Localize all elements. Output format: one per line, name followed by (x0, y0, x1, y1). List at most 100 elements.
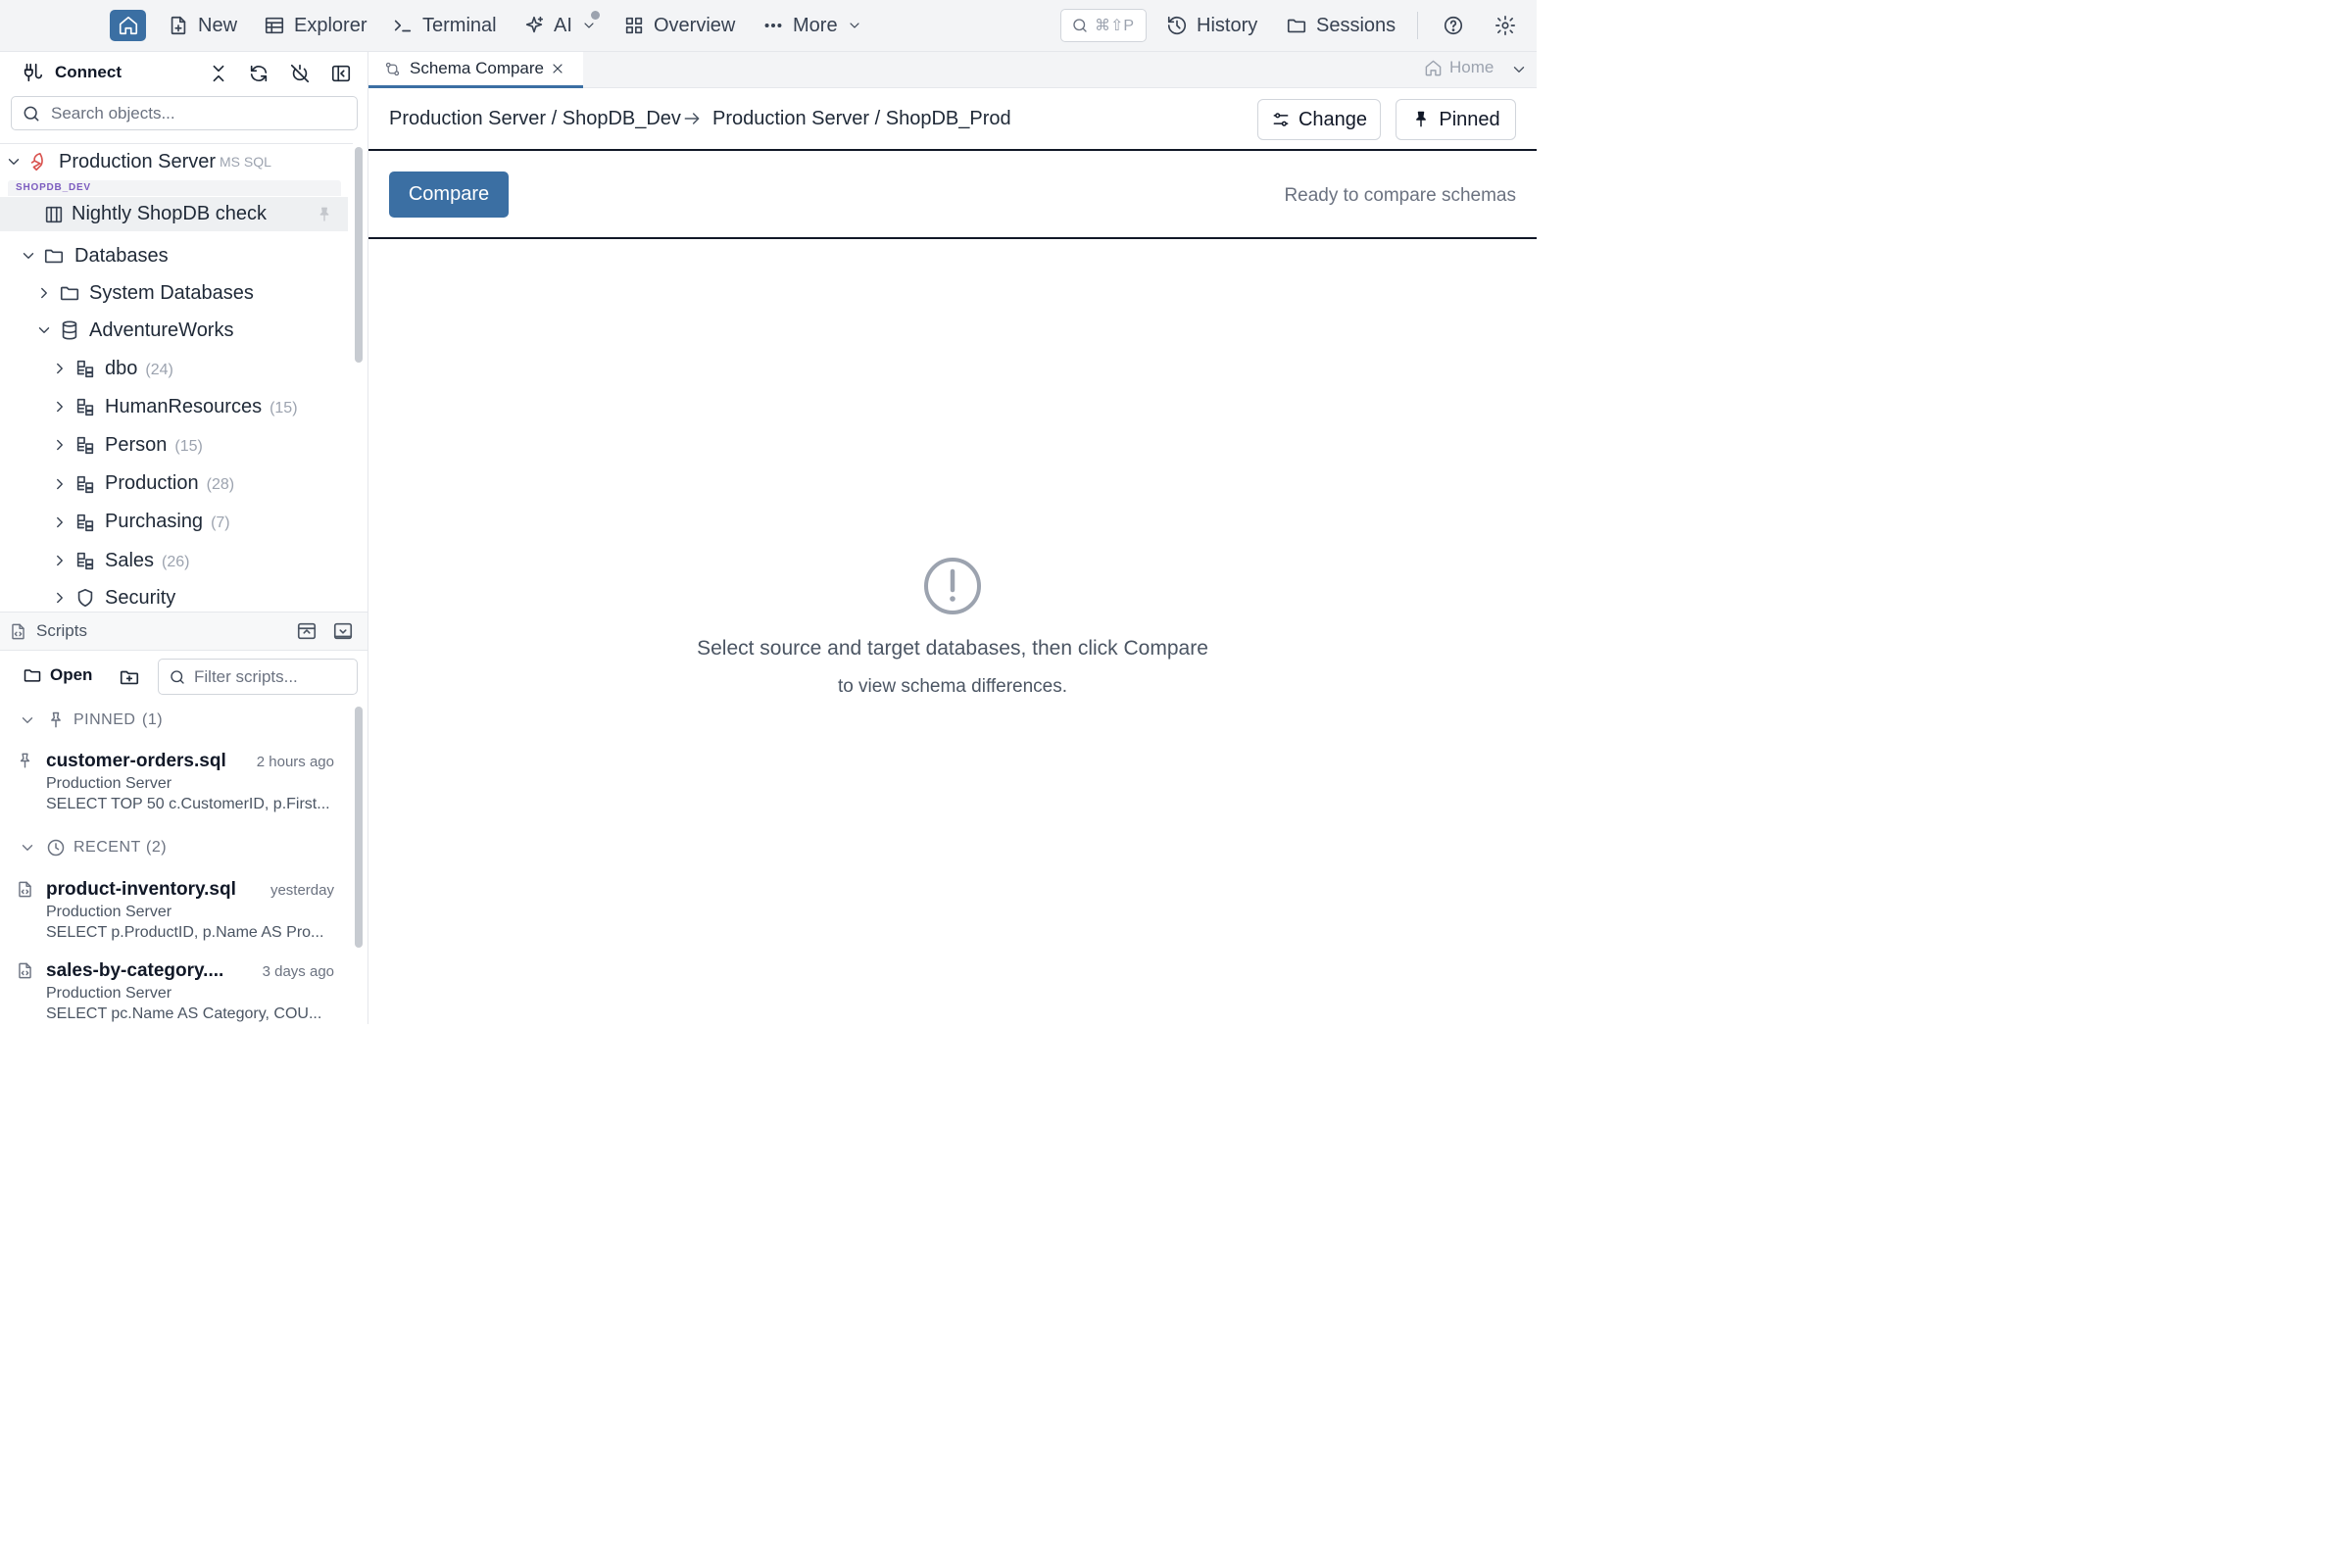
script-time: yesterday (270, 882, 334, 899)
sliders-icon (1273, 113, 1289, 126)
pinned-label: Pinned (1439, 108, 1500, 130)
command-search[interactable]: ⌘⇧P (1060, 9, 1147, 42)
expand-section-icon[interactable] (332, 620, 354, 642)
schema-name: Sales (105, 549, 155, 571)
history-button[interactable]: History (1166, 10, 1257, 41)
top-toolbar: New Explorer Terminal AI Overview More ⌘… (0, 0, 1537, 52)
pin-icon (1416, 111, 1427, 127)
chevron-right-icon (57, 363, 63, 374)
tab-schema-compare[interactable]: Schema Compare (368, 52, 583, 88)
open-label: Open (50, 665, 93, 684)
script-item-product-inventory[interactable]: product-inventory.sql yesterday Producti… (0, 874, 348, 949)
databases-label: Databases (74, 244, 169, 267)
server-type: MS SQL (220, 154, 271, 170)
tree-node-schema[interactable]: Sales (26) (0, 543, 348, 578)
chevron-down-icon (849, 23, 859, 28)
schema-icon (76, 475, 94, 493)
script-name: sales-by-category.... (46, 960, 224, 981)
close-icon[interactable] (550, 61, 565, 76)
plug-icon (24, 63, 42, 82)
open-script-button[interactable]: Open (23, 665, 92, 685)
connect-button[interactable]: Connect (22, 62, 122, 83)
filter-scripts-input[interactable]: Filter scripts... (158, 659, 358, 695)
disconnect-icon[interactable] (289, 63, 311, 84)
clock-icon (47, 839, 65, 857)
tree-node-databases[interactable]: Databases (0, 238, 348, 273)
sparkle-icon (525, 16, 544, 33)
pinned-button[interactable]: Pinned (1396, 99, 1516, 140)
tree-node-schema[interactable]: Production (28) (0, 466, 348, 502)
script-name: customer-orders.sql (46, 751, 226, 771)
schema-icon (76, 437, 94, 455)
home-tab-button[interactable]: Home (1424, 58, 1494, 77)
script-item-customer-orders[interactable]: customer-orders.sql 2 hours ago Producti… (0, 746, 348, 820)
script-item-sales-by-category[interactable]: sales-by-category.... 3 days ago Product… (0, 956, 348, 1024)
empty-state-message: Select source and target databases, then… (697, 637, 1208, 660)
schema-name: Person (105, 433, 168, 456)
scripts-header: Scripts (0, 612, 368, 651)
sessions-label: Sessions (1316, 14, 1396, 36)
tree-scrollbar[interactable] (355, 147, 363, 363)
explorer-button[interactable]: Explorer (264, 10, 367, 41)
filter-scripts-placeholder: Filter scripts... (194, 666, 298, 686)
script-time: 3 days ago (262, 963, 334, 980)
chevron-down-icon (8, 159, 20, 165)
arrow-right-icon (684, 113, 700, 124)
chevron-down-icon[interactable] (1510, 61, 1528, 78)
chevron-right-icon (41, 287, 47, 299)
chevron-right-icon (57, 478, 63, 489)
change-button[interactable]: Change (1257, 99, 1381, 140)
tree-node-schema[interactable]: Purchasing (7) (0, 505, 348, 540)
collapse-all-icon[interactable] (208, 63, 229, 84)
scripts-title: Scripts (36, 621, 87, 640)
compare-button[interactable]: Compare (389, 172, 509, 218)
tree-node-schema[interactable]: dbo (24) (0, 351, 348, 386)
new-folder-icon[interactable] (119, 666, 140, 688)
script-sql-preview: SELECT p.ProductID, p.Name AS Pro... (46, 924, 324, 941)
server-name: Production Server (59, 150, 217, 172)
chevron-down-icon (23, 253, 34, 259)
schema-count: (15) (174, 437, 203, 455)
overview-button[interactable]: Overview (623, 10, 735, 41)
search-objects-input[interactable]: Search objects... (11, 96, 358, 130)
panel-collapse-icon[interactable] (330, 63, 352, 84)
explorer-panel: Connect Search objects... Production Ser… (0, 52, 368, 1024)
source-database: Production Server / ShopDB_Dev (389, 107, 681, 129)
script-name: product-inventory.sql (46, 879, 236, 900)
script-time: 2 hours ago (256, 754, 334, 770)
empty-state-hint: to view schema differences. (837, 676, 1068, 697)
settings-button[interactable] (1494, 10, 1516, 41)
terminal-button[interactable]: Terminal (392, 10, 497, 41)
scripts-toolbar: Open Filter scripts... (0, 656, 368, 699)
help-button[interactable] (1443, 10, 1464, 41)
security-label: Security (105, 586, 176, 609)
scripts-scrollbar[interactable] (355, 707, 363, 948)
sessions-button[interactable]: Sessions (1286, 10, 1396, 41)
collapse-section-icon[interactable] (296, 620, 318, 642)
more-label: More (793, 14, 838, 36)
chevron-down-icon (38, 327, 50, 333)
grid-icon (625, 17, 643, 34)
schema-icon (76, 360, 94, 378)
new-file-icon (171, 16, 186, 35)
folder-icon (44, 249, 64, 264)
ai-button[interactable]: AI (523, 10, 597, 41)
refresh-icon[interactable] (248, 63, 270, 84)
script-file-icon (19, 962, 31, 979)
pin-icon[interactable] (316, 206, 333, 223)
pinned-query-item[interactable]: Nightly ShopDB check (0, 197, 348, 231)
change-label: Change (1298, 108, 1368, 130)
tree-node-adventureworks[interactable]: AdventureWorks (0, 313, 348, 348)
history-icon (1167, 16, 1187, 35)
tab-label: Schema Compare (410, 59, 545, 77)
new-button[interactable]: New (168, 10, 237, 41)
script-file-icon (19, 881, 31, 898)
tree-node-schema[interactable]: HumanResources (15) (0, 389, 348, 424)
tree-node-security[interactable]: Security (0, 580, 348, 612)
home-icon (119, 16, 137, 35)
tree-node-server[interactable]: Production Server MS SQL (0, 144, 348, 179)
tree-node-system-databases[interactable]: System Databases (0, 275, 348, 311)
more-button[interactable]: More (762, 10, 862, 41)
home-button[interactable] (110, 10, 146, 41)
tree-node-schema[interactable]: Person (15) (0, 427, 348, 463)
